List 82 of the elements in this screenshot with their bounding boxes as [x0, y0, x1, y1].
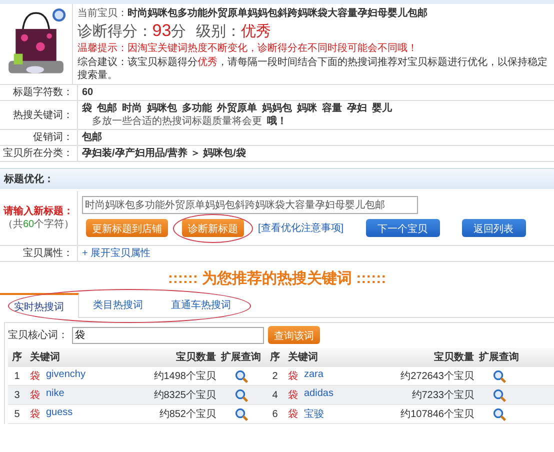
keyword-link[interactable]: adidas	[304, 388, 334, 402]
item-count: 约1498个宝贝	[152, 370, 216, 383]
keyword-link[interactable]: nike	[46, 388, 64, 402]
search-icon[interactable]	[234, 370, 248, 382]
core-word-field[interactable]: 袋	[72, 326, 264, 344]
keyword-text: 外贸原单	[217, 102, 257, 115]
notes-link[interactable]: [查看优化注意事项]	[258, 221, 344, 235]
column-header: 扩展查询	[220, 350, 262, 364]
column-header: 扩展查询	[478, 350, 520, 364]
tab[interactable]: 实时热搜词	[0, 293, 79, 318]
row-number: 2	[271, 370, 279, 382]
score-unit: 分	[171, 22, 186, 41]
keyword-link[interactable]: givenchy	[46, 369, 86, 383]
field-label: 热搜关键词：	[13, 108, 73, 122]
search-icon[interactable]	[234, 408, 248, 420]
keyword-text: 妈妈包	[262, 102, 292, 115]
item-count: 约107846个宝贝	[400, 408, 474, 421]
search-icon[interactable]	[492, 388, 506, 402]
tag-text: 袋	[288, 389, 298, 402]
keyword-text: 多功能	[182, 102, 212, 115]
row-number: 1	[13, 370, 21, 382]
search-icon[interactable]	[492, 408, 506, 420]
keyword-text: 婴儿	[372, 102, 392, 115]
new-title-label: 请输入新标题：	[4, 205, 74, 218]
action-button[interactable]: 下一个宝贝	[366, 219, 440, 237]
field-value: 孕妇装/孕产妇用品/营养 ＞ 妈咪包/袋	[82, 147, 247, 160]
hint-text: 多放一些合适的热搜词标题质量将会更	[92, 115, 262, 128]
keyword-text: 袋	[82, 102, 92, 115]
row-number: 4	[271, 390, 279, 400]
item-count: 约8325个宝贝	[152, 388, 216, 402]
field-label: 促销词：	[33, 131, 73, 144]
tag-text: 袋	[288, 408, 298, 421]
item-count: 约852个宝贝	[158, 408, 216, 421]
field-label: 宝贝所在分类：	[3, 147, 73, 160]
core-word-label: 宝贝核心词：	[8, 328, 68, 342]
keyword-text: 妈咪包	[147, 102, 177, 115]
tip-text: 温馨提示：因淘宝关键词热度不断变化，诊断得分在不同时段可能会不同哦！	[77, 42, 418, 55]
column-header: 关键词	[29, 350, 61, 364]
badge-icon	[52, 8, 66, 22]
keyword-text: 孕妇	[347, 102, 367, 115]
column-header: 宝贝数量	[433, 350, 474, 364]
search-icon[interactable]	[234, 388, 248, 402]
column-header: 序	[269, 350, 281, 364]
item-count: 约7233个宝贝	[410, 388, 474, 402]
field-value: 包邮	[82, 131, 103, 144]
tag-text: 袋	[288, 370, 298, 383]
keyword-text: 时尚	[122, 102, 142, 115]
field-value: 60	[82, 86, 94, 99]
keyword-link[interactable]: zara	[304, 369, 324, 383]
recommend-heading: :::::: 为您推荐的热搜关键词 ::::::	[168, 270, 386, 287]
tab[interactable]: 直通车热搜词	[157, 293, 245, 317]
score-label: 诊断得分：	[77, 22, 152, 41]
advice-text: 综合建议：该宝贝标题得分优秀，请每隔一段时间结合下面的热搜词推荐对宝贝标题进行优化，以保持稳定搜索量。	[77, 56, 548, 82]
column-header: 关键词	[287, 350, 319, 364]
keyword-text: 包邮	[97, 102, 117, 115]
grade-value: 优秀	[241, 22, 272, 41]
row-number: 3	[13, 390, 21, 400]
row-number: 6	[271, 408, 279, 420]
action-button[interactable]: 返回列表	[462, 219, 526, 237]
section-title: 标题优化：	[4, 172, 54, 186]
tag-text: 袋	[30, 408, 40, 421]
column-header: 序	[11, 350, 23, 364]
search-icon[interactable]	[492, 370, 506, 382]
char-count-text: （共60个字符）	[2, 218, 74, 231]
title-input-field[interactable]: 时尚妈咪包多功能外贸原单妈妈包斜跨妈咪袋大容量孕妇母婴儿包邮	[82, 196, 418, 214]
keyword-text: 妈咪	[297, 102, 317, 115]
tag-text: 袋	[30, 389, 40, 402]
tag-text: 袋	[30, 370, 40, 383]
current-item-title: 当前宝贝：时尚妈咪包多功能外贸原单妈妈包斜跨妈咪袋大容量孕妇母婴儿包邮	[77, 7, 428, 20]
hint-text: 哦！	[267, 115, 287, 128]
grade-label: 级别：	[196, 22, 242, 41]
keyword-link[interactable]: guess	[46, 407, 73, 421]
keyword-text: 容量	[322, 102, 342, 115]
row-number: 5	[13, 408, 21, 420]
field-label: 宝贝属性：	[23, 247, 73, 260]
field-label: 标题字符数：	[13, 86, 73, 99]
column-header: 宝贝数量	[175, 350, 216, 364]
keyword-link[interactable]: 宝骏	[304, 407, 324, 421]
score-value: 93	[152, 21, 172, 40]
expand-attributes-link[interactable]: + 展开宝贝属性	[82, 247, 550, 260]
item-count: 约272643个宝贝	[400, 370, 474, 383]
tab[interactable]: 类目热搜词	[79, 293, 157, 317]
